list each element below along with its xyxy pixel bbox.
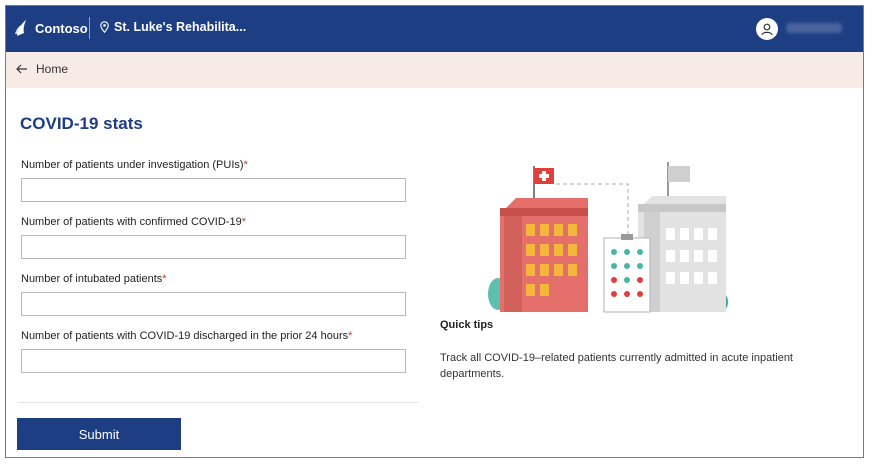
back-arrow-icon	[16, 64, 27, 74]
app-window: Contoso St. Luke's Rehabilita... Home CO…	[5, 5, 864, 458]
required-asterisk: *	[241, 216, 246, 228]
breadcrumb-home-link[interactable]: Home	[16, 62, 68, 76]
form-divider	[18, 402, 418, 403]
header-divider	[89, 17, 90, 39]
confirmed-label-text: Number of patients with confirmed COVID-…	[21, 216, 242, 228]
location-pin-icon	[100, 21, 109, 33]
required-asterisk: *	[348, 330, 353, 342]
brand-name: Contoso	[35, 20, 88, 36]
pui-count-input[interactable]	[21, 178, 406, 202]
quick-tips-title: Quick tips	[440, 319, 494, 331]
red-building	[500, 198, 588, 312]
required-asterisk: *	[243, 159, 248, 171]
location-name: St. Luke's Rehabilita...	[114, 20, 247, 34]
user-icon	[761, 23, 773, 36]
intubated-label-text: Number of intubated patients	[21, 273, 163, 285]
intubated-count-input[interactable]	[21, 292, 406, 316]
location-selector[interactable]: St. Luke's Rehabilita...	[100, 20, 246, 34]
user-name-redacted	[786, 23, 842, 33]
hospital-flag	[533, 166, 554, 198]
page-title: COVID-19 stats	[20, 114, 143, 133]
submit-button[interactable]: Submit	[17, 418, 181, 450]
user-avatar-button[interactable]	[756, 18, 778, 40]
hospital-illustration	[488, 162, 728, 313]
intubated-field-label: Number of intubated patients*	[21, 273, 167, 285]
discharged-count-input[interactable]	[21, 349, 406, 373]
pui-label-text: Number of patients under investigation (…	[21, 159, 244, 171]
brand[interactable]: Contoso	[14, 19, 88, 37]
required-asterisk: *	[162, 273, 167, 285]
top-navigation-bar: Contoso St. Luke's Rehabilita...	[6, 6, 863, 52]
pui-field-label: Number of patients under investigation (…	[21, 159, 248, 171]
quick-tips-text: Track all COVID-19–related patients curr…	[440, 352, 793, 380]
gray-building	[638, 162, 726, 312]
discharged-label-text: Number of patients with COVID-19 dischar…	[21, 330, 349, 342]
breadcrumb-bar: Home	[6, 52, 863, 88]
patient-board	[603, 234, 651, 313]
confirmed-field-label: Number of patients with confirmed COVID-…	[21, 216, 246, 228]
breadcrumb-label: Home	[36, 62, 69, 76]
discharged-field-label: Number of patients with COVID-19 dischar…	[21, 330, 352, 342]
contoso-logo-icon	[15, 20, 26, 36]
confirmed-count-input[interactable]	[21, 235, 406, 259]
